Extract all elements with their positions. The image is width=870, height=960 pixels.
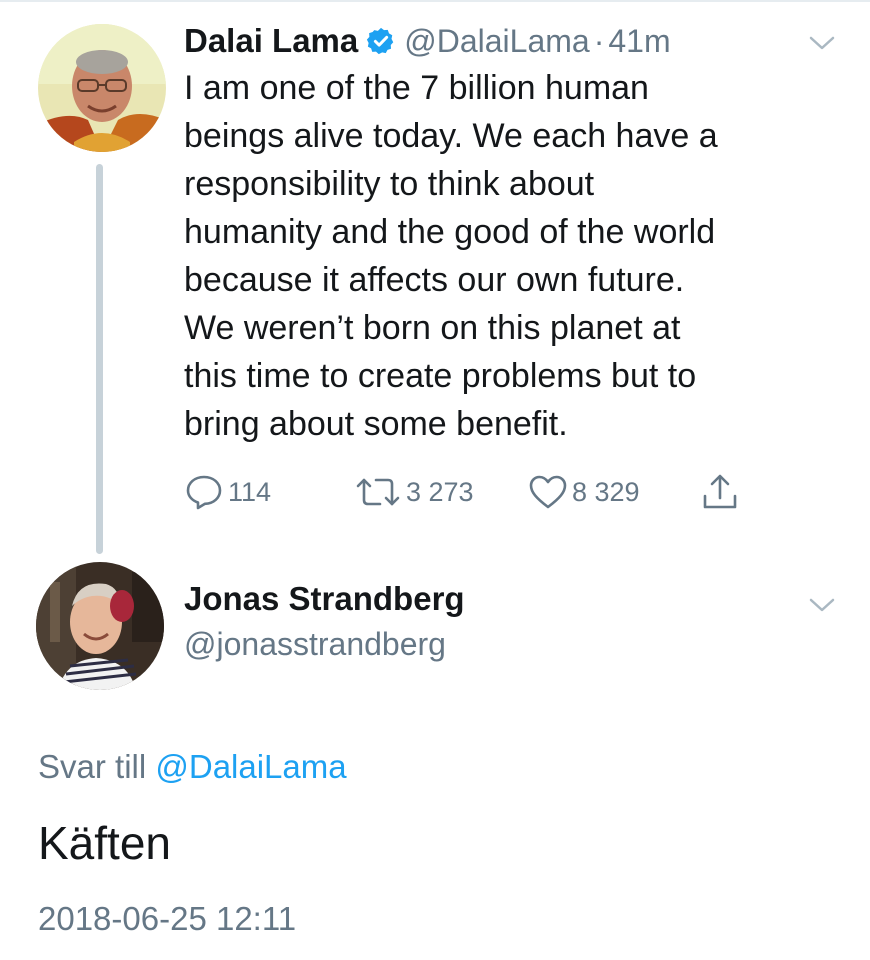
- chevron-down-icon[interactable]: [808, 596, 836, 614]
- reply-count: 114: [228, 476, 272, 507]
- reply-text: Käften: [38, 817, 171, 869]
- avatar-jonas-strandberg[interactable]: [36, 562, 164, 690]
- thread-connector-line: [96, 164, 103, 554]
- like-count: 8 329: [572, 476, 640, 507]
- retweet-button[interactable]: 3 273: [354, 472, 474, 512]
- reply-to-prefix: Svar till: [38, 748, 147, 785]
- share-upload-icon: [700, 472, 740, 512]
- avatar-dalai-lama[interactable]: [38, 24, 166, 152]
- like-button[interactable]: 8 329: [528, 472, 640, 512]
- author-name[interactable]: Dalai Lama: [184, 22, 358, 60]
- tweet-time[interactable]: 41m: [608, 23, 670, 60]
- reply-author-handle[interactable]: @jonasstrandberg: [184, 626, 446, 663]
- reply-context: Svar till @DalaiLama: [38, 748, 347, 786]
- retweet-count: 3 273: [406, 476, 474, 507]
- top-divider: [0, 0, 870, 2]
- tweet-header: Dalai Lama @DalaiLama · 41m: [184, 18, 671, 64]
- reply-button[interactable]: 114: [184, 472, 271, 512]
- chevron-down-icon[interactable]: [808, 34, 836, 52]
- reply-bubble-icon: [184, 473, 224, 511]
- heart-icon: [528, 474, 568, 510]
- verified-badge-icon: [366, 26, 396, 56]
- tweet-text: I am one of the 7 billion human beings a…: [184, 69, 718, 443]
- reply-to-handle-link[interactable]: @DalaiLama: [155, 748, 346, 785]
- reply-author-name[interactable]: Jonas Strandberg: [184, 580, 465, 618]
- retweet-icon: [354, 474, 402, 510]
- author-handle[interactable]: @DalaiLama: [404, 23, 589, 60]
- reply-timestamp[interactable]: 2018-06-25 12:11: [38, 900, 296, 938]
- separator-dot: ·: [593, 22, 605, 59]
- share-button[interactable]: [700, 472, 740, 512]
